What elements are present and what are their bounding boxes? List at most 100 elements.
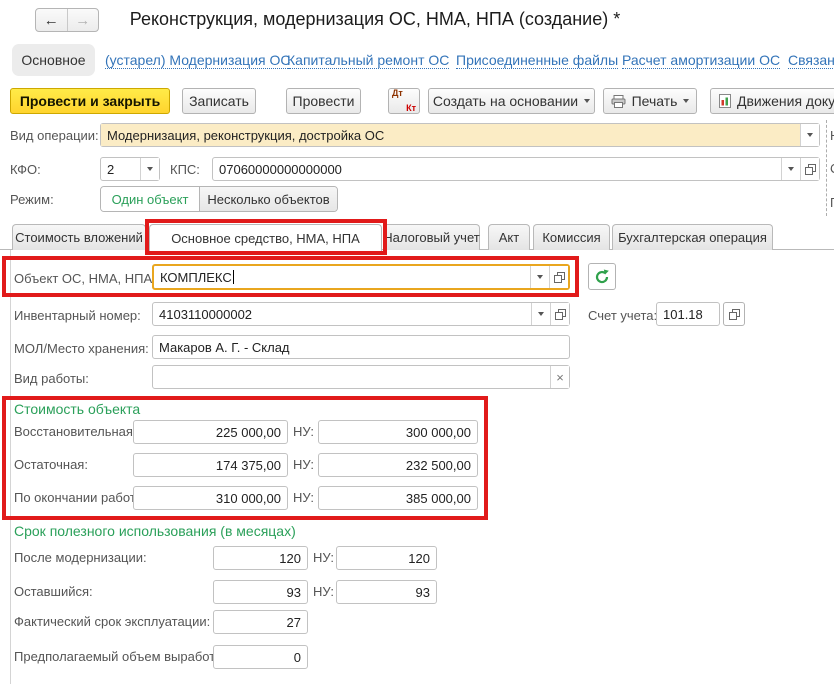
nu-value-field[interactable]: 385 000,00 xyxy=(318,486,478,510)
post-button[interactable]: Провести xyxy=(286,88,361,114)
nav-link[interactable]: Связан xyxy=(788,52,834,69)
mol-value: Макаров А. Г. - Склад xyxy=(153,336,569,358)
create-based-on-button[interactable]: Создать на основании xyxy=(428,88,595,114)
clipped-text-fragment: С xyxy=(830,161,834,176)
tab-4[interactable]: Акт xyxy=(488,224,530,250)
object-field[interactable]: КОМПЛЕКС xyxy=(152,264,570,290)
kfo-value: 2 xyxy=(101,158,140,180)
nu-value-text: 385 000,00 xyxy=(319,487,477,509)
dtkt-postings-button[interactable]: Дт Кт xyxy=(388,88,420,114)
mode-multiple-objects[interactable]: Несколько объектов xyxy=(199,187,337,211)
clipped-text-fragment: П xyxy=(830,195,834,210)
value-text: 120 xyxy=(214,547,307,569)
open-icon xyxy=(555,309,566,320)
nu-value-field[interactable]: 93 xyxy=(336,580,437,604)
row-label: Восстановительная: xyxy=(14,424,137,439)
chevron-down-icon xyxy=(683,99,689,103)
work-type-value xyxy=(153,366,550,388)
work-type-field[interactable]: × xyxy=(152,365,570,389)
nu-value-field[interactable]: 120 xyxy=(336,546,437,570)
page-title: Реконструкция, модернизация ОС, НМА, НПА… xyxy=(30,9,720,30)
tab-2[interactable]: Основное средство, НМА, НПА xyxy=(149,224,382,251)
operation-type-label: Вид операции: xyxy=(10,128,99,143)
account-open-button[interactable] xyxy=(723,302,745,326)
tab-1[interactable]: Стоимость вложений xyxy=(12,224,146,250)
chevron-down-icon xyxy=(788,167,794,171)
panel-splitter[interactable] xyxy=(826,120,827,216)
value-field[interactable]: 27 xyxy=(213,610,308,634)
value-field[interactable]: 93 xyxy=(213,580,308,604)
kfo-field[interactable]: 2 xyxy=(100,157,160,181)
nu-label: НУ: xyxy=(293,424,314,439)
value-text: 0 xyxy=(214,646,307,668)
object-dropdown-button[interactable] xyxy=(530,266,549,288)
value-field[interactable]: 0 xyxy=(213,645,308,669)
value-field[interactable]: 225 000,00 xyxy=(133,420,288,444)
save-button[interactable]: Записать xyxy=(182,88,256,114)
tab-5[interactable]: Комиссия xyxy=(533,224,610,250)
open-icon xyxy=(554,272,565,283)
account-value: 101.18 xyxy=(657,303,719,325)
tab-6[interactable]: Бухгалтерская операция xyxy=(612,224,773,250)
kps-field[interactable]: 07060000000000000 xyxy=(212,157,820,181)
document-movements-button[interactable]: Движения доку xyxy=(710,88,834,114)
post-and-close-button[interactable]: Провести и закрыть xyxy=(10,88,170,114)
clear-icon: × xyxy=(556,370,564,385)
inventory-open-button[interactable] xyxy=(550,303,569,325)
nu-label: НУ: xyxy=(293,457,314,472)
object-label: Объект ОС, НМА, НПА: xyxy=(14,271,156,286)
text-caret xyxy=(233,270,234,284)
nu-label: НУ: xyxy=(293,490,314,505)
nav-link[interactable]: Расчет амортизации ОС xyxy=(622,52,780,69)
value-text: 225 000,00 xyxy=(134,421,287,443)
term-section-title: Срок полезного использования (в месяцах) xyxy=(14,523,296,539)
row-label: Остаточная: xyxy=(14,457,88,472)
account-label: Счет учета: xyxy=(588,308,657,323)
operation-dropdown-button[interactable] xyxy=(800,124,819,146)
clipped-text-fragment: Н xyxy=(830,128,834,143)
chevron-down-icon xyxy=(807,133,813,137)
row-label: Оставшийся: xyxy=(14,584,93,599)
nav-tab-main[interactable]: Основное xyxy=(12,44,95,76)
kfo-dropdown-button[interactable] xyxy=(140,158,159,180)
operation-type-field[interactable]: Модернизация, реконструкция, достройка О… xyxy=(100,123,820,147)
chevron-down-icon xyxy=(147,167,153,171)
value-field[interactable]: 174 375,00 xyxy=(133,453,288,477)
nu-value-text: 120 xyxy=(337,547,436,569)
nav-link[interactable]: Присоединенные файлы xyxy=(456,52,618,69)
chevron-down-icon xyxy=(584,99,590,103)
create-based-on-label: Создать на основании xyxy=(433,93,578,109)
nav-link[interactable]: Капитальный ремонт ОС xyxy=(287,52,449,69)
mol-field[interactable]: Макаров А. Г. - Склад xyxy=(152,335,570,359)
tab-3[interactable]: Налоговый учет xyxy=(383,224,480,250)
work-type-clear-button[interactable]: × xyxy=(550,366,569,388)
refresh-button[interactable] xyxy=(588,263,616,290)
mode-single-object[interactable]: Один объект xyxy=(101,187,199,211)
value-field[interactable]: 120 xyxy=(213,546,308,570)
inventory-number-value: 4103110000002 xyxy=(153,303,531,325)
nav-link[interactable]: (устарел) Модернизация ОС xyxy=(105,52,290,69)
movements-label: Движения доку xyxy=(737,93,834,109)
nu-value-field[interactable]: 232 500,00 xyxy=(318,453,478,477)
kps-value: 07060000000000000 xyxy=(213,158,781,180)
print-button[interactable]: Печать xyxy=(603,88,697,114)
dt-label: Дт xyxy=(392,89,416,98)
printer-icon xyxy=(611,95,626,108)
account-field[interactable]: 101.18 xyxy=(656,302,720,326)
mol-label: МОЛ/Место хранения: xyxy=(14,341,149,356)
value-text: 93 xyxy=(214,581,307,603)
value-field[interactable]: 310 000,00 xyxy=(133,486,288,510)
value-text: 310 000,00 xyxy=(134,487,287,509)
refresh-icon xyxy=(594,269,610,285)
movements-report-icon xyxy=(719,94,731,108)
nu-value-field[interactable]: 300 000,00 xyxy=(318,420,478,444)
cost-section-title: Стоимость объекта xyxy=(14,401,140,417)
kps-dropdown-button[interactable] xyxy=(781,158,800,180)
inventory-number-field[interactable]: 4103110000002 xyxy=(152,302,570,326)
kps-open-button[interactable] xyxy=(800,158,819,180)
chevron-down-icon xyxy=(538,312,544,316)
nu-label: НУ: xyxy=(313,584,334,599)
work-type-label: Вид работы: xyxy=(14,371,89,386)
object-open-button[interactable] xyxy=(549,266,568,288)
inventory-dropdown-button[interactable] xyxy=(531,303,550,325)
